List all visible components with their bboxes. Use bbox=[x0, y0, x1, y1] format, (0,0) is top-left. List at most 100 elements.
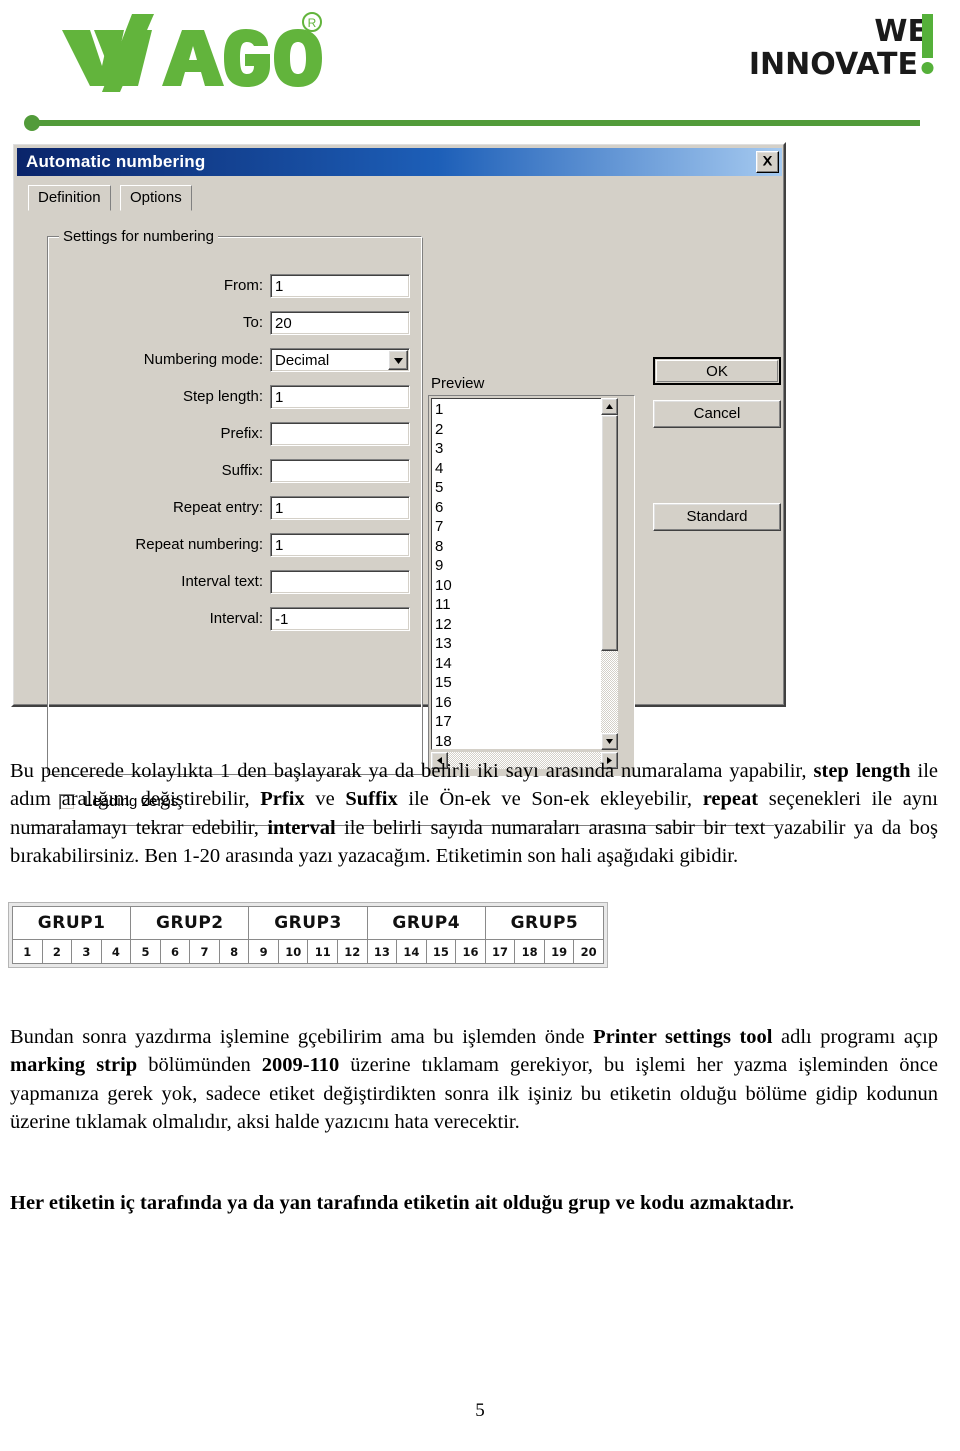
label-repeat-entry: Repeat entry: bbox=[172, 499, 263, 516]
preview-item[interactable]: 14 bbox=[435, 654, 616, 674]
automatic-numbering-dialog: Automatic numbering Definition Options S… bbox=[11, 142, 786, 827]
dialog-inner-frame: Automatic numbering Definition Options S… bbox=[13, 144, 784, 827]
field-row-interval: Interval: -1 bbox=[47, 605, 422, 632]
preview-item[interactable]: 9 bbox=[435, 556, 616, 576]
cancel-button[interactable]: Cancel bbox=[653, 400, 781, 428]
close-icon[interactable] bbox=[756, 151, 779, 173]
label-interval-text: Interval text: bbox=[181, 573, 263, 590]
svg-text:INNOVATE: INNOVATE bbox=[749, 47, 918, 80]
strip-number-cell: 18 bbox=[515, 940, 545, 963]
strip-number-cell: 6 bbox=[161, 940, 191, 963]
registered-mark: R bbox=[308, 16, 317, 30]
strip-group-cell: GRUP4 bbox=[368, 907, 486, 939]
preview-item[interactable]: 15 bbox=[435, 673, 616, 693]
strip-number-cell: 20 bbox=[580, 944, 597, 959]
label-interval: Interval: bbox=[209, 610, 263, 627]
preview-list[interactable]: 1 2 3 4 5 6 7 8 9 10 11 12 13 14 15 16 17 18 bbox=[431, 398, 617, 750]
ok-button[interactable]: OK bbox=[653, 357, 781, 385]
field-row-from: From: 1 bbox=[47, 272, 422, 299]
strip-number-cell: 9 bbox=[249, 940, 279, 963]
label-to: To: bbox=[242, 314, 263, 331]
standard-button[interactable]: Standard bbox=[653, 503, 781, 531]
strip-number-cell: 7 bbox=[190, 940, 220, 963]
paragraph-3: Her etiketin iç tarafında ya da yan tara… bbox=[10, 1191, 795, 1214]
strip-number-cell: 3 bbox=[72, 940, 102, 963]
preview-item[interactable]: 2 bbox=[435, 420, 616, 440]
strip-number-cell: 19 bbox=[545, 940, 575, 963]
input-repeat-entry[interactable]: 1 bbox=[270, 495, 410, 520]
we-innovate-logo: WE INNOVATE bbox=[732, 8, 942, 80]
preview-item[interactable]: 11 bbox=[435, 595, 616, 615]
page-header: R WE INNOVATE bbox=[0, 0, 960, 131]
tab-definition[interactable]: Definition bbox=[28, 185, 111, 211]
strip-number-cell: 4 bbox=[102, 940, 132, 963]
header-divider bbox=[22, 115, 920, 131]
label-step-length: Step length: bbox=[182, 388, 263, 405]
strip-number-cell: 14 bbox=[397, 940, 427, 963]
label-from: From: bbox=[223, 277, 263, 294]
tab-options[interactable]: Options bbox=[120, 185, 192, 211]
preview-item[interactable]: 16 bbox=[435, 693, 616, 713]
strip-number-cell: 10 bbox=[279, 940, 309, 963]
field-row-prefix: Prefix: bbox=[47, 420, 422, 447]
vertical-scroll-thumb[interactable] bbox=[601, 415, 618, 651]
input-interval-text[interactable] bbox=[270, 569, 410, 594]
chevron-down-icon[interactable] bbox=[388, 349, 408, 370]
input-repeat-numbering[interactable]: 1 bbox=[270, 532, 410, 557]
dialog-titlebar[interactable]: Automatic numbering bbox=[17, 148, 782, 176]
strip-number-cell: 11 bbox=[308, 940, 339, 963]
field-row-step-length: Step length: 1 bbox=[47, 383, 422, 410]
preview-item[interactable]: 3 bbox=[435, 439, 616, 459]
dialog-title: Automatic numbering bbox=[26, 152, 206, 171]
marking-strip-preview: GRUP1 GRUP2 GRUP3 GRUP4 GRUP5 1 2 3 4 5 6 7 8 9 10 11 1… bbox=[8, 902, 608, 968]
paragraph-2: Bundan sonra yazdırma işlemine gçebiliri… bbox=[10, 1025, 939, 1134]
label-repeat-numbering: Repeat numbering: bbox=[135, 536, 263, 553]
strip-number-cell: 2 bbox=[43, 940, 73, 963]
select-numbering-mode[interactable]: Decimal bbox=[270, 347, 410, 372]
preview-item[interactable]: 6 bbox=[435, 498, 616, 518]
strip-group-cell: GRUP1 bbox=[13, 907, 132, 939]
preview-item[interactable]: 18 bbox=[435, 732, 616, 750]
input-step-length[interactable]: 1 bbox=[270, 384, 410, 409]
marking-strip-number-row: 1 2 3 4 5 6 7 8 9 10 11 12 13 14 15 16 17 18 19 20 bbox=[13, 940, 603, 963]
strip-number-cell: 1 bbox=[13, 940, 43, 963]
strip-number-cell: 12 bbox=[338, 940, 368, 963]
strip-number-cell: 13 bbox=[368, 940, 398, 963]
preview-item[interactable]: 10 bbox=[435, 576, 616, 596]
input-from[interactable]: 1 bbox=[270, 273, 410, 298]
field-row-repeat-entry: Repeat entry: 1 bbox=[47, 494, 422, 521]
input-suffix[interactable] bbox=[270, 458, 410, 483]
label-suffix: Suffix: bbox=[221, 462, 263, 479]
select-numbering-mode-value: Decimal bbox=[275, 351, 330, 369]
field-row-suffix: Suffix: bbox=[47, 457, 422, 484]
preview-item[interactable]: 5 bbox=[435, 478, 616, 498]
tabstrip: Definition Options bbox=[28, 185, 774, 211]
strip-group-cell: GRUP5 bbox=[510, 913, 579, 933]
preview-item[interactable]: 7 bbox=[435, 517, 616, 537]
input-prefix[interactable] bbox=[270, 421, 410, 446]
scroll-up-arrow-icon[interactable] bbox=[601, 398, 618, 415]
preview-vertical-scrollbar[interactable] bbox=[601, 398, 618, 750]
paragraph-1: Bu pencerede kolaylıkta 1 den başlayarak… bbox=[10, 759, 939, 868]
wago-logo: R bbox=[58, 8, 328, 98]
strip-number-cell: 5 bbox=[131, 940, 161, 963]
preview-item[interactable]: 12 bbox=[435, 615, 616, 635]
strip-number-cell: 8 bbox=[220, 940, 250, 963]
field-row-to: To: 20 bbox=[47, 309, 422, 336]
strip-number-cell: 15 bbox=[427, 940, 457, 963]
scroll-down-arrow-icon[interactable] bbox=[601, 733, 618, 750]
label-numbering-mode: Numbering mode: bbox=[143, 351, 263, 368]
preview-item[interactable]: 17 bbox=[435, 712, 616, 732]
preview-item[interactable]: 8 bbox=[435, 537, 616, 557]
preview-label: Preview bbox=[431, 375, 485, 392]
preview-item[interactable]: 4 bbox=[435, 459, 616, 479]
settings-for-numbering-groupbox: Settings for numbering From: 1 To: 20 Nu… bbox=[47, 228, 423, 775]
preview-panel: 1 2 3 4 5 6 7 8 9 10 11 12 13 14 15 16 17 18 bbox=[428, 395, 635, 777]
preview-item[interactable]: 13 bbox=[435, 634, 616, 654]
field-row-numbering-mode: Numbering mode: Decimal bbox=[47, 346, 422, 373]
strip-number-cell: 17 bbox=[486, 940, 516, 963]
input-interval[interactable]: -1 bbox=[270, 606, 410, 631]
input-to[interactable]: 20 bbox=[270, 310, 410, 335]
strip-number-cell: 16 bbox=[456, 940, 486, 963]
preview-item[interactable]: 1 bbox=[435, 400, 616, 420]
